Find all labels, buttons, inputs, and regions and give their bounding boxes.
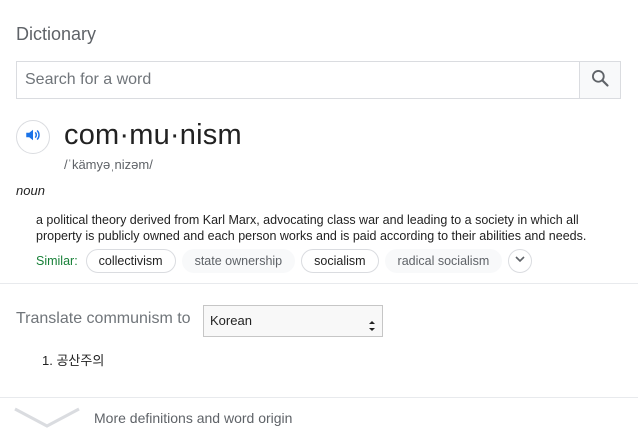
translate-label: Translate communism to — [16, 310, 191, 327]
translation-result: 1. 공산주의 — [42, 353, 105, 368]
language-select-value: Korean — [210, 313, 252, 328]
similar-words-row: Similar: collectivism state ownership so… — [36, 248, 533, 274]
expand-similar-button[interactable] — [508, 249, 533, 273]
similar-chip-state-ownership[interactable]: state ownership — [181, 249, 296, 273]
pronunciation: /ˈkämyəˌnizəm/ — [64, 157, 153, 172]
select-arrows-icon — [368, 314, 376, 331]
pronunciation-audio-button[interactable] — [16, 120, 50, 154]
search-box — [16, 61, 621, 99]
search-button[interactable] — [579, 62, 620, 98]
search-input[interactable] — [17, 62, 579, 98]
similar-label: Similar: — [36, 254, 78, 268]
card-title: Dictionary — [16, 24, 97, 44]
chevron-down-icon — [14, 406, 80, 435]
similar-chip-collectivism[interactable]: collectivism — [85, 249, 176, 273]
chevron-down-icon — [514, 252, 526, 270]
more-definitions-label: More definitions and word origin — [94, 410, 293, 426]
headword: com·mu·nism — [64, 119, 242, 151]
definition-text: a political theory derived from Karl Mar… — [36, 213, 587, 243]
search-icon — [590, 68, 610, 93]
language-select[interactable]: Korean — [203, 305, 383, 337]
more-definitions-link[interactable]: More definitions and word origin — [0, 398, 638, 438]
part-of-speech: noun — [16, 183, 45, 198]
dictionary-card: Dictionary com·mu·nism /ˈkämyəˌnizəm/ no… — [0, 0, 638, 438]
similar-chip-radical-socialism[interactable]: radical socialism — [384, 249, 503, 273]
similar-chip-socialism[interactable]: socialism — [301, 249, 379, 273]
section-divider — [0, 283, 638, 284]
speaker-icon — [24, 126, 42, 149]
